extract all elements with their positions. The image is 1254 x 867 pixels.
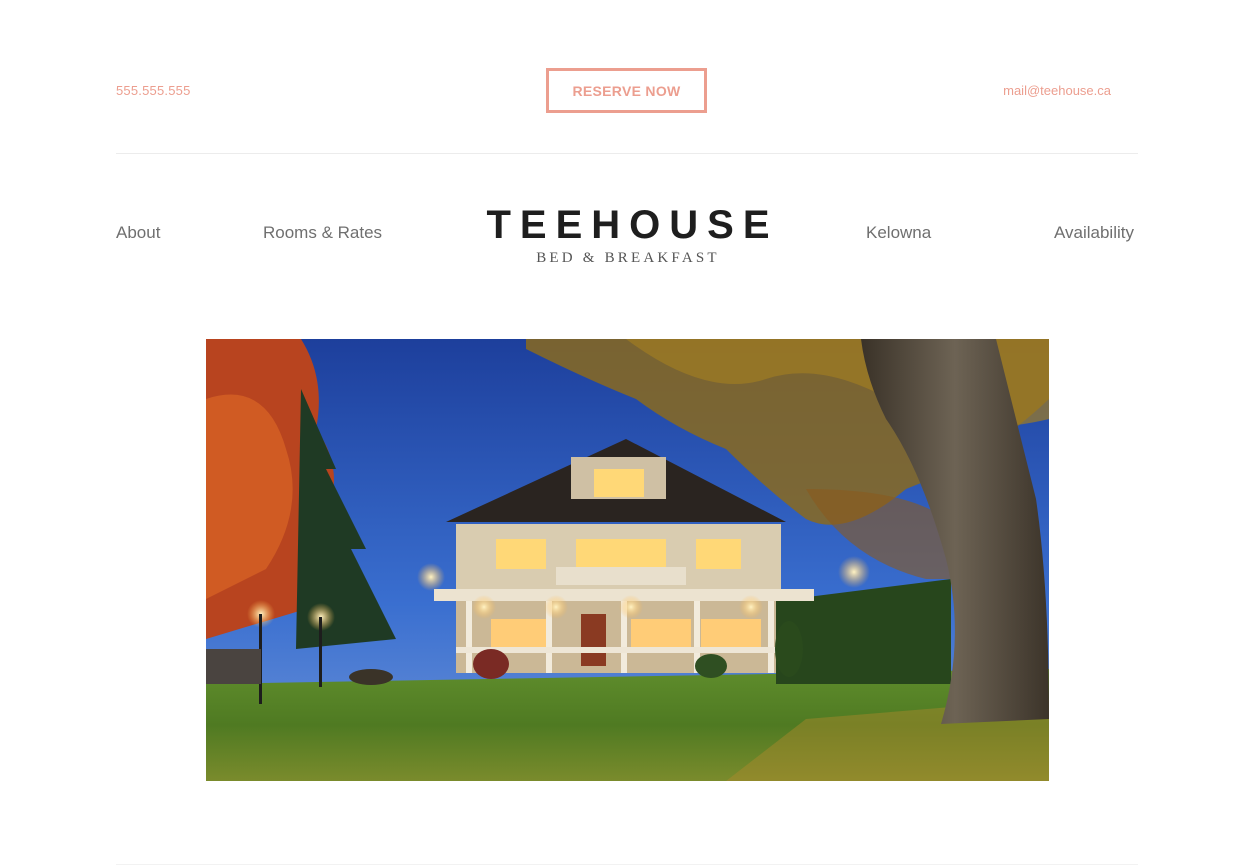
footer-divider bbox=[116, 864, 1138, 865]
hero-image bbox=[206, 339, 1049, 781]
nav-rooms-rates[interactable]: Rooms & Rates bbox=[263, 223, 382, 243]
nav-about[interactable]: About bbox=[116, 223, 160, 243]
header-divider bbox=[116, 153, 1138, 154]
site-logo[interactable]: TEEHOUSE BED & BREAKFAST bbox=[467, 200, 789, 267]
phone-link[interactable]: 555.555.555 bbox=[116, 83, 191, 98]
nav-kelowna[interactable]: Kelowna bbox=[866, 223, 931, 243]
reserve-now-button[interactable]: RESERVE NOW bbox=[546, 68, 707, 113]
logo-name: TEEHOUSE bbox=[486, 203, 779, 247]
nav-availability[interactable]: Availability bbox=[1054, 223, 1134, 243]
email-link[interactable]: mail@teehouse.ca bbox=[1003, 83, 1111, 98]
logo-tagline: BED & BREAKFAST bbox=[536, 250, 720, 266]
